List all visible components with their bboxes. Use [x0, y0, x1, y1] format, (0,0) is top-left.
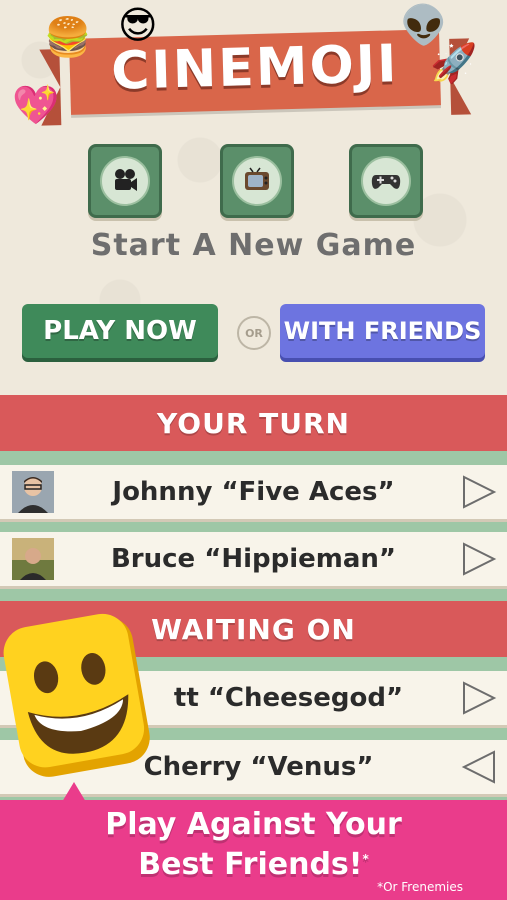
chevron-right-icon[interactable] [461, 681, 497, 715]
alien-icon: 👽 [400, 3, 448, 47]
hamburger-icon: 🍔 [44, 15, 92, 59]
promo-line-1: Play Against Your [105, 807, 402, 842]
sunglasses-face-icon: 😎 [118, 3, 158, 47]
game-row-johnny[interactable]: Johnny “Five Aces” [0, 465, 507, 522]
television-icon [232, 156, 282, 206]
promo-banner: Play Against Your Best Friends!* *Or Fre… [0, 800, 507, 900]
play-now-button[interactable]: PLAY NOW [22, 304, 218, 358]
rocket-icon: 🚀 [430, 41, 478, 85]
movies-category-button[interactable] [88, 144, 162, 218]
with-friends-button[interactable]: WITH FRIENDS [280, 304, 485, 358]
promo-line-2-text: Best Friends! [138, 847, 363, 882]
movie-camera-icon [100, 156, 150, 206]
speech-tail [62, 782, 86, 802]
promo-footnote: *Or Frenemies [377, 880, 463, 894]
smiley-mascot-icon [0, 606, 161, 788]
footnote-mark: * [362, 852, 369, 866]
chevron-right-icon[interactable] [461, 475, 497, 509]
player-name: Johnny “Five Aces” [112, 477, 395, 507]
heart-icon: 💖 [12, 83, 60, 127]
or-divider: OR [237, 316, 271, 350]
promo-title: Play Against Your Best Friends!* [0, 808, 507, 882]
promo-line-2: Best Friends!* [0, 842, 507, 882]
games-category-button[interactable] [349, 144, 423, 218]
game-row-bruce[interactable]: Bruce “Hippieman” [0, 532, 507, 589]
chevron-left-icon[interactable] [461, 750, 497, 784]
your-turn-header: YOUR TURN [0, 395, 507, 451]
start-new-game-title: Start A New Game [90, 228, 417, 263]
chevron-right-icon[interactable] [461, 542, 497, 576]
player-name: Bruce “Hippieman” [110, 544, 396, 574]
tv-category-button[interactable] [220, 144, 294, 218]
game-controller-icon [361, 156, 411, 206]
